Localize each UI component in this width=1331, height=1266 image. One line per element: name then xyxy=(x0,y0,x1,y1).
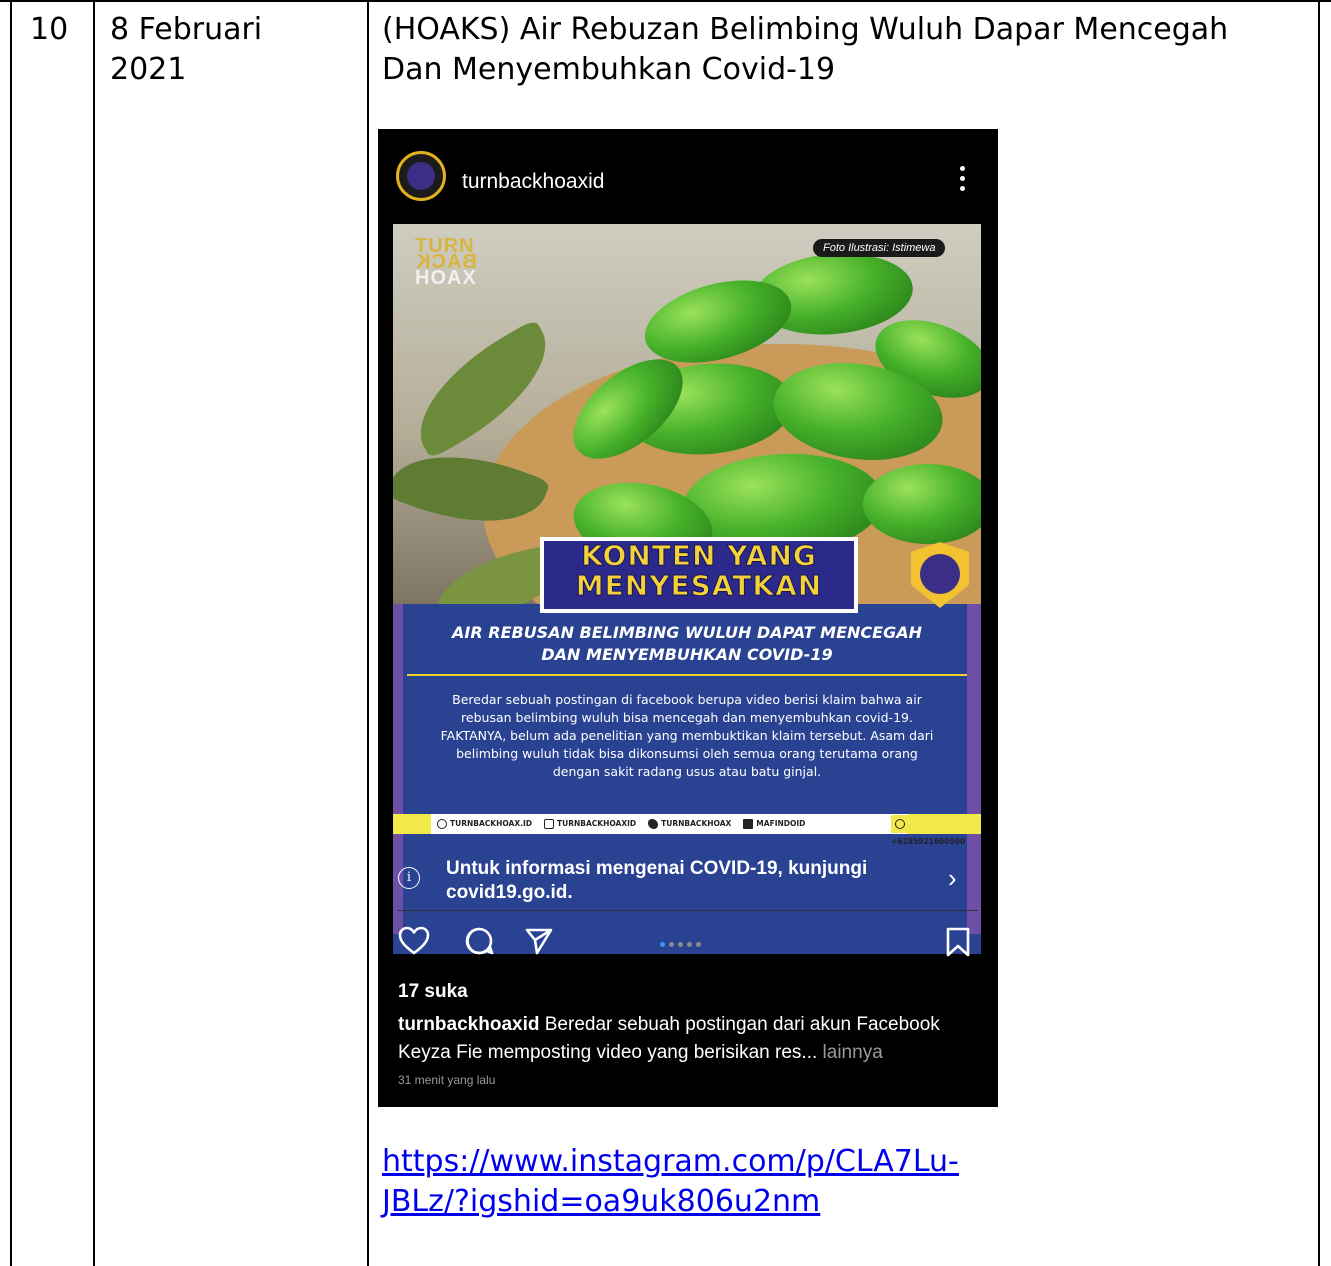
misleading-content-banner: KONTEN YANG MENYESATKAN xyxy=(540,537,858,613)
twitter-icon xyxy=(648,819,659,829)
more-options-icon[interactable] xyxy=(952,163,972,199)
like-count[interactable]: 17 suka xyxy=(398,981,468,1003)
caption-more-link[interactable]: lainnya xyxy=(817,1042,883,1063)
info-icon: i xyxy=(398,867,420,889)
link-line2[interactable]: JBLz/?igshid=oa9uk806u2nm xyxy=(382,1182,1082,1222)
social-twitter-label: TURNBACKHOAX xyxy=(661,819,732,828)
card-headline-line1: AIR REBUSAN BELIMBING WULUH DAPAT MENCEG… xyxy=(452,623,922,642)
ig-action-bar xyxy=(378,924,998,964)
social-links-inner: TURNBACKHOAX.ID TURNBACKHOAXID TURNBACKH… xyxy=(431,814,907,834)
avatar[interactable] xyxy=(396,151,446,201)
social-twitter: TURNBACKHOAX xyxy=(648,819,731,829)
card-headline-line2: DAN MENYEMBUHKAN COVID-19 xyxy=(541,645,833,664)
facebook-icon xyxy=(743,819,754,829)
caption-ellipsis: ... xyxy=(801,1042,818,1063)
row-title-line2: Dan Menyembuhkan Covid-19 xyxy=(382,52,836,87)
heart-icon[interactable] xyxy=(398,926,430,956)
card-headline: AIR REBUSAN BELIMBING WULUH DAPAT MENCEG… xyxy=(413,622,961,666)
social-web: TURNBACKHOAX.ID xyxy=(437,819,532,829)
link-line1[interactable]: https://www.instagram.com/p/CLA7Lu- xyxy=(382,1142,1082,1182)
social-facebook-label: MAFINDOID xyxy=(756,819,806,828)
table-border-col2 xyxy=(367,0,369,1266)
post-timestamp: 31 menit yang lalu xyxy=(398,1073,496,1087)
row-number: 10 xyxy=(30,12,69,47)
banner-line2: MENYESATKAN xyxy=(575,569,823,602)
covid-info-notice[interactable]: i Untuk informasi mengenai COVID-19, kun… xyxy=(378,841,998,911)
chevron-right-icon: › xyxy=(948,863,957,893)
fruit-shape xyxy=(863,464,981,544)
social-whatsapp: +6285921600500 xyxy=(891,815,979,846)
divider xyxy=(398,910,978,911)
document-table: 10 8 Februari 2021 (HOAKS) Air Rebuzan B… xyxy=(0,0,1331,1266)
row-date-line1: 8 Februari xyxy=(110,12,263,47)
row-title-line1: (HOAKS) Air Rebuzan Belimbing Wuluh Dapa… xyxy=(382,12,1229,47)
social-instagram-label: TURNBACKHOAXID xyxy=(557,819,637,828)
row-title: (HOAKS) Air Rebuzan Belimbing Wuluh Dapa… xyxy=(382,10,1302,90)
carousel-dot xyxy=(687,942,692,947)
carousel-dot xyxy=(678,942,683,947)
table-border-right xyxy=(1318,0,1320,1266)
carousel-indicator xyxy=(660,942,701,947)
card-divider xyxy=(407,674,967,676)
social-instagram: TURNBACKHOAXID xyxy=(544,819,636,829)
turnbackhoax-logo: TURN BACK HOAX xyxy=(415,236,477,288)
covid-info-text: Untuk informasi mengenai COVID-19, kunju… xyxy=(446,858,868,903)
instagram-post-screenshot: turnbackhoaxid TURN BACK HOAX Foto Ilust… xyxy=(378,129,998,1107)
row-date-line2: 2021 xyxy=(110,52,187,87)
social-facebook: MAFINDOID xyxy=(743,819,805,829)
card-body-text: Beredar sebuah postingan di facebook ber… xyxy=(440,692,934,779)
post-caption: turnbackhoaxid Beredar sebuah postingan … xyxy=(398,1011,988,1067)
photo-credit-badge: Foto Ilustrasi: Istimewa xyxy=(813,239,946,257)
bookmark-icon[interactable] xyxy=(944,926,972,958)
table-border-top xyxy=(0,0,1331,2)
carousel-dot xyxy=(669,942,674,947)
row-date: 8 Februari 2021 xyxy=(110,10,262,90)
logo-line: BACK xyxy=(415,251,477,273)
ig-username[interactable]: turnbackhoaxid xyxy=(462,169,604,195)
share-icon[interactable] xyxy=(524,926,554,956)
banner-line1: KONTEN YANG xyxy=(581,539,817,572)
carousel-dot xyxy=(696,942,701,947)
carousel-dot xyxy=(660,942,665,947)
comment-icon[interactable] xyxy=(464,926,494,956)
caption-username[interactable]: turnbackhoaxid xyxy=(398,1014,539,1035)
table-border-col1 xyxy=(93,0,95,1266)
social-web-label: TURNBACKHOAX.ID xyxy=(450,819,532,828)
globe-icon xyxy=(437,819,447,829)
social-links-bar: TURNBACKHOAX.ID TURNBACKHOAXID TURNBACKH… xyxy=(393,814,981,846)
instagram-post-link[interactable]: https://www.instagram.com/p/CLA7Lu- JBLz… xyxy=(382,1142,1082,1222)
ig-post-header: turnbackhoaxid xyxy=(378,129,998,219)
instagram-icon xyxy=(544,819,554,829)
whatsapp-icon xyxy=(895,819,905,829)
table-border-left xyxy=(10,0,12,1266)
